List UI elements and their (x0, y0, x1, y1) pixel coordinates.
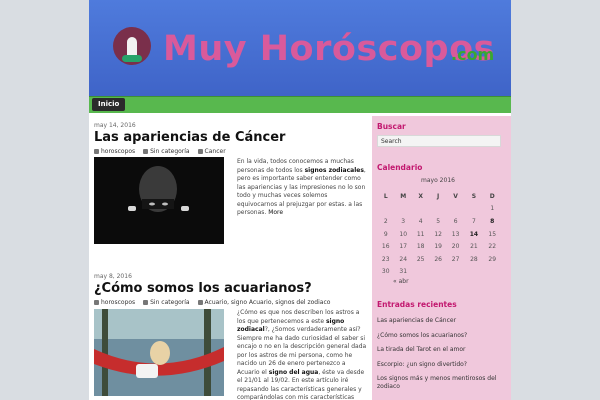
calendar-empty-cell (377, 203, 394, 216)
mermaid-logo-icon[interactable] (113, 27, 151, 65)
calendar-day[interactable]: 8 (483, 215, 501, 228)
calendar-empty-cell (394, 203, 411, 216)
calendar-weekday: J (437, 192, 440, 200)
calendar-day: 5 (436, 217, 441, 225)
recent-posts-list: Las apariencias de Cáncer ¿Cómo somos los… (377, 317, 507, 398)
tag-icon (197, 300, 203, 305)
search-input[interactable]: Search (377, 135, 501, 147)
calendar-empty-cell (483, 266, 501, 279)
post-tags-link[interactable]: Acuario, signo Acuario, signos del zodia… (205, 299, 331, 306)
post-category-link[interactable]: Sin categoría (150, 148, 190, 155)
site-domain-suffix: .com (451, 45, 495, 64)
calendar-day: 12 (434, 230, 442, 238)
post-tags-link[interactable]: Cancer (205, 148, 226, 155)
calendar-day: 18 (416, 243, 425, 251)
author-icon (94, 149, 99, 154)
recent-post-link[interactable]: Las apariencias de Cáncer (377, 317, 507, 325)
calendar-caption: mayo 2016 (421, 177, 455, 184)
calendar-day: 30 (381, 268, 390, 276)
calendar-weekday: V (453, 192, 458, 200)
post-date: may 8, 2016 (94, 273, 132, 280)
calendar-day: 20 (451, 243, 460, 251)
calendar-day: 28 (470, 255, 478, 263)
post-category-link[interactable]: Sin categoría (150, 299, 190, 306)
excerpt-keyword: signo del agua (268, 368, 319, 376)
calendar-day: 27 (451, 255, 460, 263)
read-more-link[interactable]: More (268, 209, 283, 216)
calendar-day: 24 (399, 255, 408, 263)
calendar-prev-link[interactable]: « abr (393, 278, 409, 285)
recent-post-link[interactable]: ¿Cómo somos los acuarianos? (377, 332, 507, 340)
calendar-day: 19 (434, 243, 442, 251)
post-author-link[interactable]: horoscopos (101, 148, 135, 155)
calendar-day: 26 (434, 255, 442, 263)
recent-post-link[interactable]: Escorpio: ¿un signo divertido? (377, 361, 507, 369)
author-icon (94, 300, 99, 305)
calendar-weekday: M (400, 192, 407, 200)
calendar-weekday: D (489, 192, 495, 200)
post-thumbnail-reading-hammock[interactable] (94, 309, 224, 396)
post-excerpt: En la vida, todos conocemos a muchas per… (237, 158, 366, 216)
calendar-day: 6 (453, 217, 458, 225)
post-date: may 14, 2016 (94, 122, 136, 129)
post-meta: horoscopos Sin categoría Cancer (94, 148, 369, 155)
calendar-day: 9 (383, 230, 388, 238)
post-title[interactable]: Las apariencias de Cáncer (94, 130, 369, 145)
recent-post-link[interactable]: La tirada del Tarot en el amor (377, 346, 507, 354)
post-article: may 14, 2016 Las apariencias de Cáncer h… (94, 122, 369, 155)
calendar-empty-cell (412, 203, 429, 216)
calendar-day: 22 (488, 243, 497, 251)
calendar-weekday: S (471, 192, 477, 200)
site-title[interactable]: Muy Horóscopos (163, 29, 495, 69)
tag-icon (197, 149, 203, 154)
calendar-day: 3 (401, 217, 406, 225)
calendar-day: 15 (488, 230, 497, 238)
folder-icon (143, 149, 149, 154)
excerpt-keyword: signos zodiacales (304, 166, 364, 174)
site-header: Muy Horóscopos .com (89, 0, 511, 96)
calendar-day: 31 (399, 268, 408, 276)
recent-posts-title: Entradas recientes (377, 300, 457, 309)
folder-icon (143, 300, 149, 305)
post-author-link[interactable]: horoscopos (101, 299, 135, 306)
calendar-empty-cell (447, 203, 464, 216)
sidebar: Buscar Search Calendario mayo 2016 L M X J V… (372, 116, 511, 400)
post-title[interactable]: ¿Cómo somos los acuarianos? (94, 281, 369, 296)
post-article: may 8, 2016 ¿Cómo somos los acuarianos? … (94, 273, 369, 306)
main-nav: Inicio (89, 96, 511, 113)
calendar-day: 13 (451, 230, 460, 238)
calendar-day[interactable]: 14 (464, 228, 483, 241)
calendar-weekday: X (418, 192, 423, 200)
calendar-day: 23 (381, 255, 390, 263)
calendar-day: 11 (416, 230, 425, 238)
calendar-day: 4 (418, 217, 423, 225)
calendar-empty-cell (464, 203, 483, 216)
calendar-day: 21 (470, 243, 478, 251)
calendar-day: 25 (416, 255, 425, 263)
calendar-day: 1 (490, 205, 495, 213)
calendar-day: 17 (399, 243, 408, 251)
recent-post-link[interactable]: Los signos más y menos mentirosos del zo… (377, 375, 507, 391)
calendar-empty-cell (447, 266, 464, 279)
calendar-day: 16 (381, 243, 390, 251)
calendar-day: 10 (399, 230, 408, 238)
calendar-empty-cell (464, 266, 483, 279)
search-widget-title: Buscar (377, 122, 406, 131)
calendar-day: 7 (471, 217, 476, 225)
calendar-empty-cell (429, 203, 446, 216)
calendar-table: LMXJVSD 1 2 3 4 5 6 7 8 9 10 11 12 13 14 15 16 17 18 19 20 2… (377, 190, 501, 278)
calendar-widget-title: Calendario (377, 163, 423, 172)
calendar-weekday: L (383, 192, 388, 200)
calendar-day: 2 (383, 217, 388, 225)
excerpt-keyword: signo zodiacal (237, 317, 345, 334)
calendar-day: 29 (488, 255, 497, 263)
calendar-empty-cell (412, 266, 429, 279)
calendar-empty-cell (429, 266, 446, 279)
nav-item-inicio[interactable]: Inicio (92, 98, 126, 111)
post-excerpt: ¿Cómo es que nos describen los astros a … (237, 309, 367, 400)
post-thumbnail-hooded-figure[interactable] (94, 157, 224, 244)
post-meta: horoscopos Sin categoría Acuario, signo … (94, 299, 369, 306)
